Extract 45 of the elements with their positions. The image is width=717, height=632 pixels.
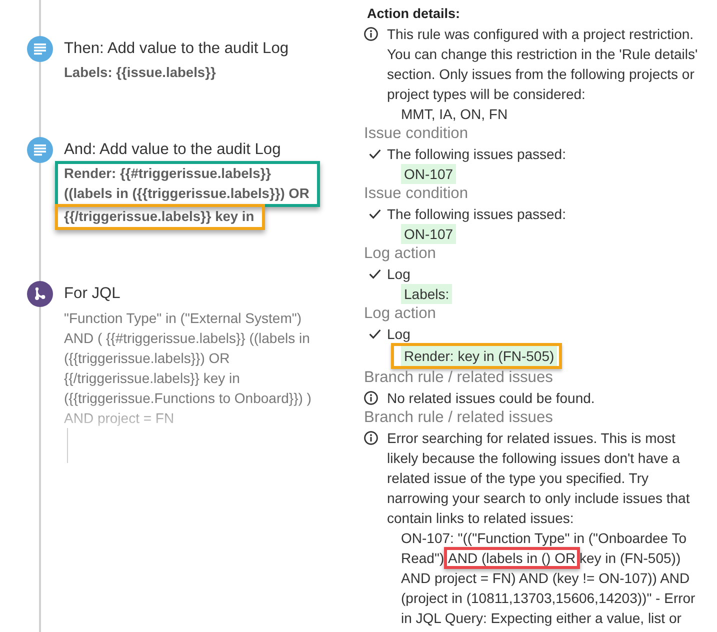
info-icon <box>364 391 378 405</box>
query-text: in JQL Query: Expecting either a value, list or <box>401 610 682 626</box>
section-title: Branch rule / related issues <box>364 368 553 388</box>
query-text: key in (FN-505)) <box>579 550 681 566</box>
message-text: The following issues passed: <box>387 205 566 224</box>
step-title: And: Add value to the audit Log <box>64 140 282 160</box>
section-title: Branch rule / related issues <box>364 408 553 428</box>
text-lines-icon <box>27 137 53 163</box>
result-item: ON-107 <box>401 224 456 244</box>
query-text: (project in (10811,13703,15606,14203))" - Error <box>401 590 696 606</box>
jql-text: "Function Type" in ("External System") AND ( {{#triggerissue.labels}} ((labels in ({{triggerissue.labels}}) OR {{/triggerissue.labels}} key in ({{triggerissue.Functions to Onboard}}) ) AND project = FN <box>64 309 312 428</box>
query-text: AND project = FN) AND (key != ON-107)) AND <box>401 570 690 586</box>
step-detail: {{/triggerissue.labels}} key in <box>64 208 254 226</box>
message-text: No related issues could be found. <box>387 389 595 408</box>
message-text: This rule was configured with a project restriction. You can change this restriction in the 'Rule details' section. Only issues from the following projects or project types will be considered: <box>387 25 699 104</box>
step-detail: Labels: {{issue.labels}} <box>64 64 216 82</box>
info-icon <box>364 431 378 445</box>
message-text: The following issues passed: <box>387 145 566 164</box>
branch-icon <box>27 281 53 307</box>
check-icon <box>369 269 381 279</box>
details-heading: Action details: <box>366 5 460 23</box>
section-title: Issue condition <box>364 184 468 204</box>
text-lines-icon <box>27 36 53 62</box>
section-title: Log action <box>364 304 436 324</box>
check-icon <box>369 149 381 159</box>
info-icon <box>364 27 378 41</box>
result-item: Render: key in (FN-505) <box>401 346 558 366</box>
check-icon <box>369 209 381 219</box>
step-detail: Render: {{#triggerissue.labels}} <box>64 165 272 183</box>
step-detail: ((labels in ({{triggerissue.labels}}) OR <box>64 185 310 203</box>
query-text: ON-107: "(("Function Type" in ("Onboardee To <box>401 530 687 546</box>
section-title: Log action <box>364 244 436 264</box>
step-title: For JQL <box>64 284 122 304</box>
message-text: Log <box>387 325 410 344</box>
message-text: Log <box>387 265 410 284</box>
result-item: ON-107 <box>401 164 456 184</box>
query-text: Read") <box>401 550 444 566</box>
connector-line <box>67 428 68 463</box>
check-icon <box>369 329 381 339</box>
result-item: Labels: <box>401 284 452 304</box>
step-title: Then: Add value to the audit Log <box>64 39 290 59</box>
section-title: Issue condition <box>364 124 468 144</box>
message-text: Error searching for related issues. This is most likely because the following issues don't have a related issue of the type you specified. Try narrowing your search to only include issues that contain links to related issues: <box>387 429 691 528</box>
result-item: MMT, IA, ON, FN <box>401 105 508 124</box>
annotation-frame: AND (labels in () OR <box>444 547 580 569</box>
